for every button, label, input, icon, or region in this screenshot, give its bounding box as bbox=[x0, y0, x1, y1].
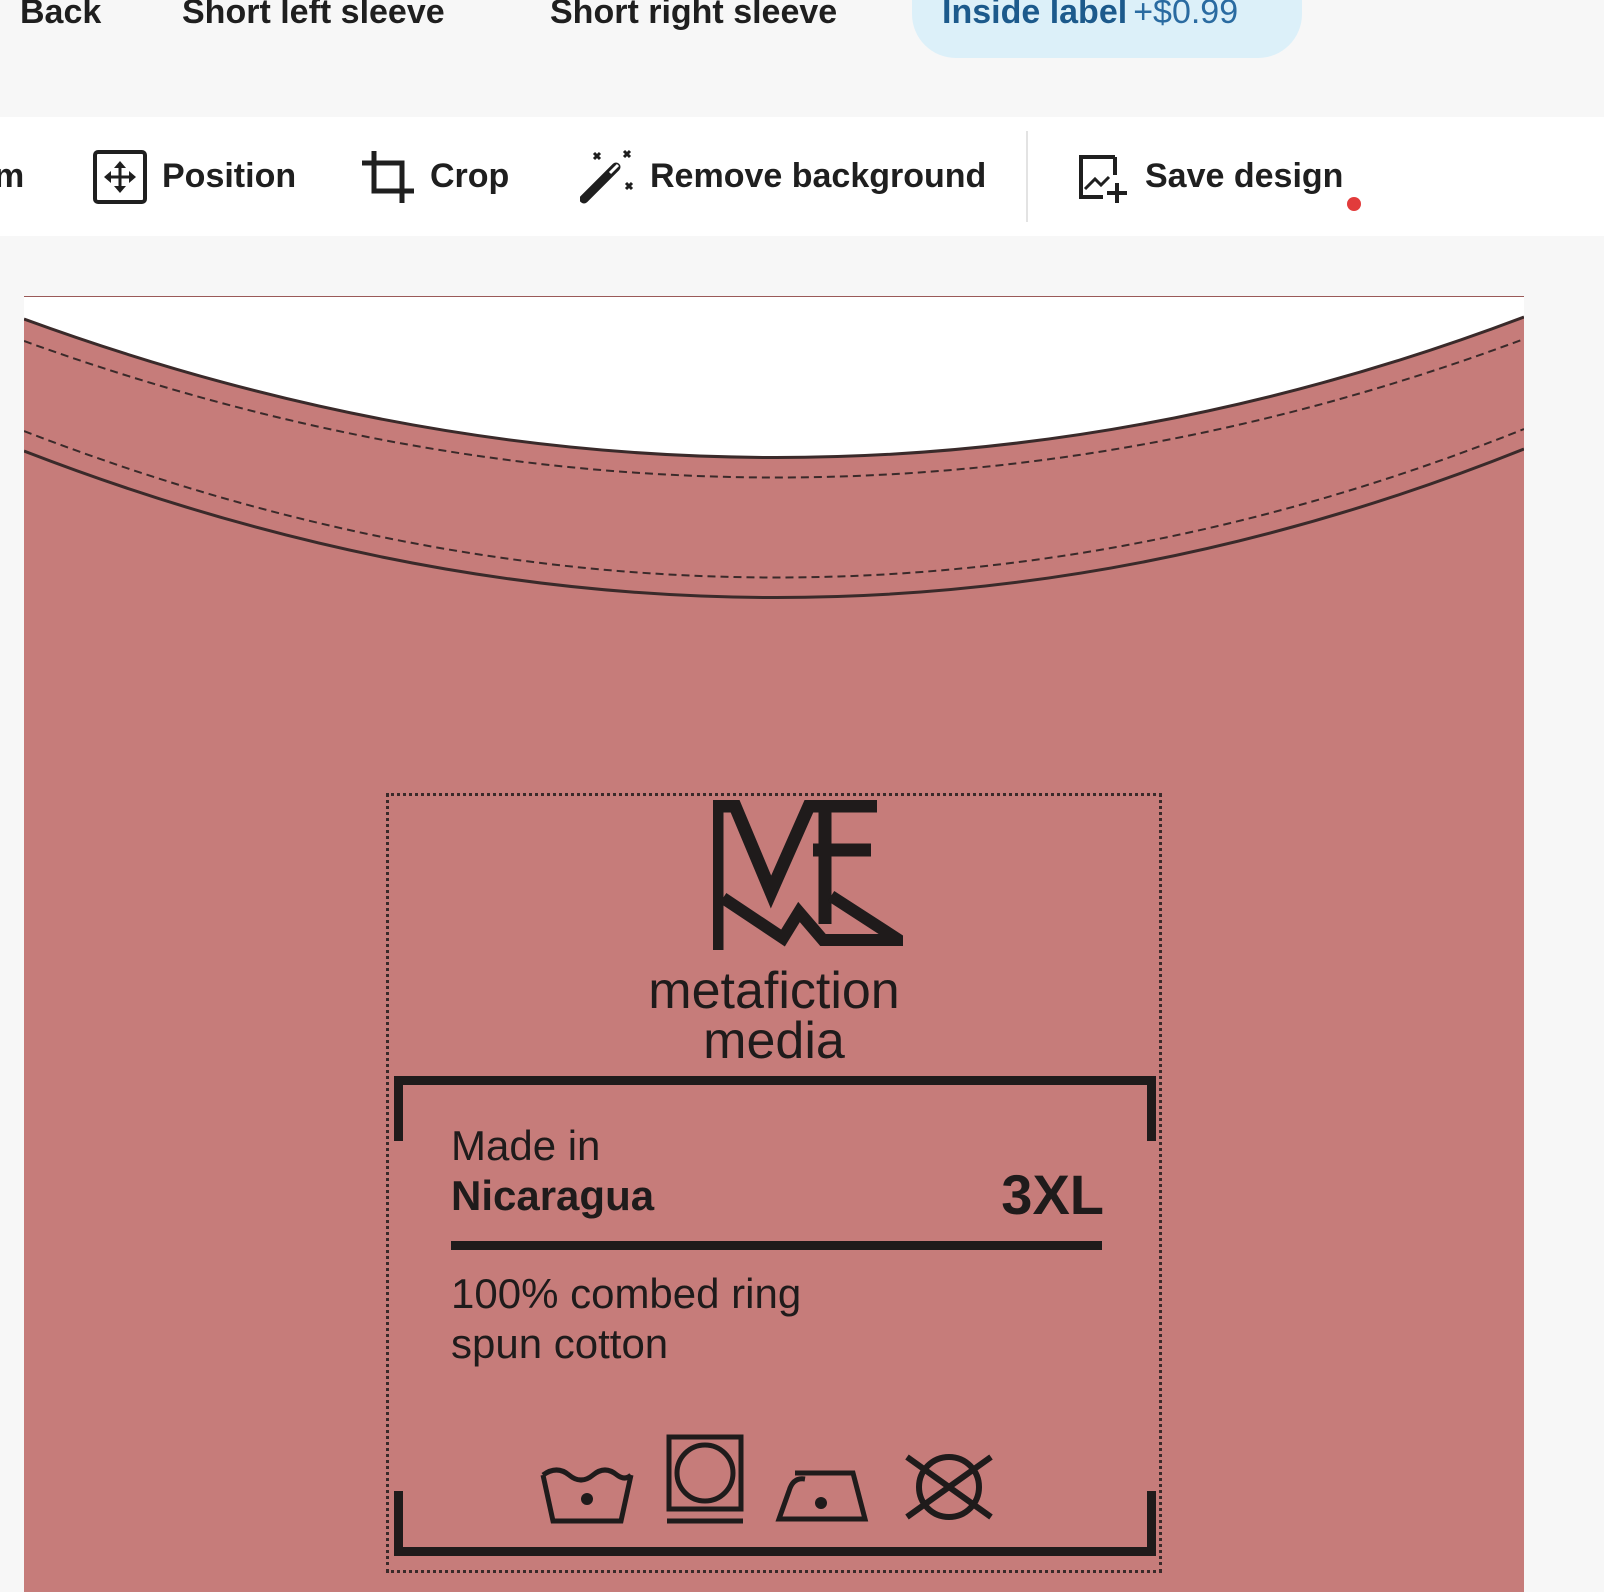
tab-inside-label[interactable]: Inside label +$0.99 bbox=[912, 0, 1302, 58]
save-design-label: Save design bbox=[1145, 157, 1344, 195]
do-not-dry-clean-icon bbox=[905, 1454, 993, 1520]
country-of-origin: Nicaragua bbox=[451, 1172, 655, 1219]
brand-logo bbox=[713, 800, 903, 950]
label-info-frame: Made in Nicaragua 3XL 100% combed ring s… bbox=[394, 1076, 1156, 1556]
crop-icon bbox=[362, 150, 414, 203]
tab-back[interactable]: Back bbox=[20, 0, 101, 58]
save-design-label-wrap: Save design bbox=[1145, 157, 1362, 211]
toolbar-divider bbox=[1026, 131, 1028, 222]
magic-wand-icon bbox=[580, 149, 634, 203]
tab-inside-label-text: Inside label bbox=[942, 0, 1128, 31]
unsaved-indicator bbox=[1347, 197, 1362, 211]
save-design-button[interactable]: Save design bbox=[1075, 117, 1362, 236]
care-instructions bbox=[539, 1433, 997, 1525]
tab-short-right-sleeve[interactable]: Short right sleeve bbox=[550, 0, 837, 58]
wash-30-icon bbox=[540, 1467, 634, 1524]
brand-name-line1: metafiction bbox=[648, 962, 900, 1020]
fabric-line2: spun cotton bbox=[451, 1320, 669, 1367]
tumble-dry-icon bbox=[666, 1434, 744, 1524]
crop-label: Crop bbox=[430, 157, 510, 195]
toolbar-partial-label: m bbox=[0, 157, 25, 195]
frame-corner bbox=[1147, 1491, 1156, 1551]
neckline-graphic bbox=[24, 297, 1524, 599]
label-divider bbox=[451, 1241, 1102, 1250]
size-label: 3XL bbox=[1001, 1163, 1104, 1226]
frame-corner bbox=[394, 1081, 403, 1141]
fabric-line1: 100% combed ring bbox=[451, 1270, 802, 1317]
toolbar-partial-button[interactable]: m bbox=[0, 117, 24, 236]
made-in-label: Made in bbox=[451, 1122, 601, 1169]
fabric-composition: 100% combed ring spun cotton bbox=[451, 1269, 1011, 1369]
frame-corner bbox=[394, 1491, 403, 1551]
garment-mockup: metafiction media Made in Nicaragua 3XL … bbox=[24, 296, 1524, 1592]
brand-name: metafiction media bbox=[389, 962, 1159, 1070]
position-label: Position bbox=[162, 157, 297, 195]
brand-name-line2: media bbox=[703, 1012, 845, 1070]
placement-tabs: Back Short left sleeve Short right sleev… bbox=[0, 0, 1604, 117]
tab-inside-label-price: +$0.99 bbox=[1133, 0, 1239, 31]
remove-background-label: Remove background bbox=[650, 157, 987, 195]
design-toolbar: m Position Crop Remove background Save d… bbox=[0, 117, 1604, 236]
frame-corner bbox=[1147, 1081, 1156, 1141]
position-button[interactable]: Position bbox=[92, 117, 296, 236]
iron-low-icon bbox=[775, 1470, 869, 1522]
inside-label-print-area[interactable]: metafiction media Made in Nicaragua 3XL … bbox=[386, 793, 1162, 1573]
design-canvas: metafiction media Made in Nicaragua 3XL … bbox=[0, 236, 1604, 1592]
remove-background-button[interactable]: Remove background bbox=[580, 117, 986, 236]
save-image-icon bbox=[1079, 154, 1127, 203]
tab-short-left-sleeve[interactable]: Short left sleeve bbox=[182, 0, 445, 58]
crop-button[interactable]: Crop bbox=[360, 117, 509, 236]
position-icon bbox=[93, 149, 147, 204]
